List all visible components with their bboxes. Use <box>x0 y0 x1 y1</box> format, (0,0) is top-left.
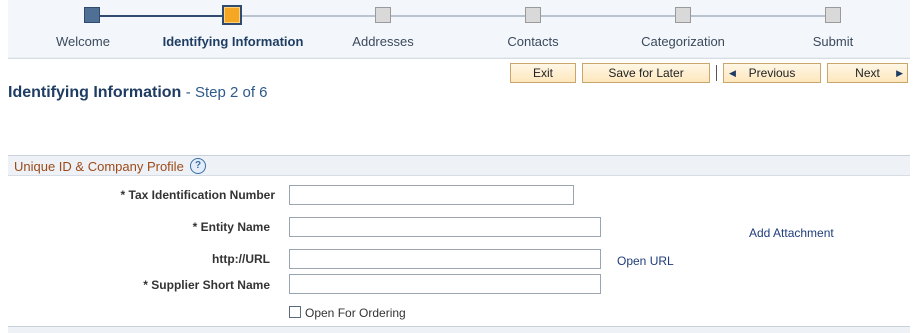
toolbar-divider <box>716 65 717 81</box>
section-title: Unique ID & Company Profile <box>14 159 184 174</box>
step-label-addresses[interactable]: Addresses <box>352 34 413 49</box>
tax-id-field[interactable] <box>289 185 574 205</box>
open-for-ordering-label[interactable]: Open For Ordering <box>305 306 406 320</box>
train-line-completed <box>92 15 232 17</box>
add-attachment-link[interactable]: Add Attachment <box>749 226 834 240</box>
step-label-welcome[interactable]: Welcome <box>56 34 110 49</box>
next-button[interactable]: Next ▶ <box>827 63 908 83</box>
supplier-short-name-label: * Supplier Short Name <box>143 278 270 292</box>
entity-name-label: * Entity Name <box>192 220 270 234</box>
open-for-ordering-checkbox[interactable] <box>289 306 301 318</box>
step-node-identifying-information[interactable] <box>222 5 242 25</box>
previous-button-label: Previous <box>748 66 796 80</box>
open-url-link[interactable]: Open URL <box>617 254 674 268</box>
step-node-categorization[interactable] <box>675 7 691 23</box>
navigation-toolbar: Exit Save for Later ◀ Previous Next ▶ <box>0 63 918 85</box>
step-label-submit[interactable]: Submit <box>813 34 853 49</box>
entity-name-field[interactable] <box>289 217 601 237</box>
progress-train: Welcome Identifying Information Addresse… <box>8 0 910 59</box>
step-node-addresses[interactable] <box>375 7 391 23</box>
page-title-text: Identifying Information <box>8 84 182 101</box>
exit-button[interactable]: Exit <box>510 63 576 83</box>
supplier-short-name-field[interactable] <box>289 274 601 294</box>
next-button-label: Next <box>855 66 880 80</box>
step-label-identifying-information[interactable]: Identifying Information <box>163 34 304 49</box>
url-field[interactable] <box>289 249 601 269</box>
step-node-submit[interactable] <box>825 7 841 23</box>
page-title: Identifying Information - Step 2 of 6 <box>8 84 268 102</box>
tax-id-label: * Tax Identification Number <box>120 188 275 202</box>
triangle-left-icon: ◀ <box>729 67 736 78</box>
help-icon[interactable]: ? <box>190 158 206 174</box>
section-header: Unique ID & Company Profile ? <box>8 155 910 176</box>
step-node-contacts[interactable] <box>525 7 541 23</box>
step-node-welcome[interactable] <box>84 7 100 23</box>
triangle-right-icon: ▶ <box>896 67 903 78</box>
previous-button[interactable]: ◀ Previous <box>723 63 821 83</box>
page-step-indicator: - Step 2 of 6 <box>185 84 268 101</box>
save-for-later-label: Save for Later <box>608 66 684 80</box>
url-label: http://URL <box>212 252 270 266</box>
step-label-contacts[interactable]: Contacts <box>507 34 558 49</box>
step-label-categorization[interactable]: Categorization <box>641 34 725 49</box>
exit-button-label: Exit <box>532 66 553 80</box>
save-for-later-button[interactable]: Save for Later <box>582 63 710 83</box>
